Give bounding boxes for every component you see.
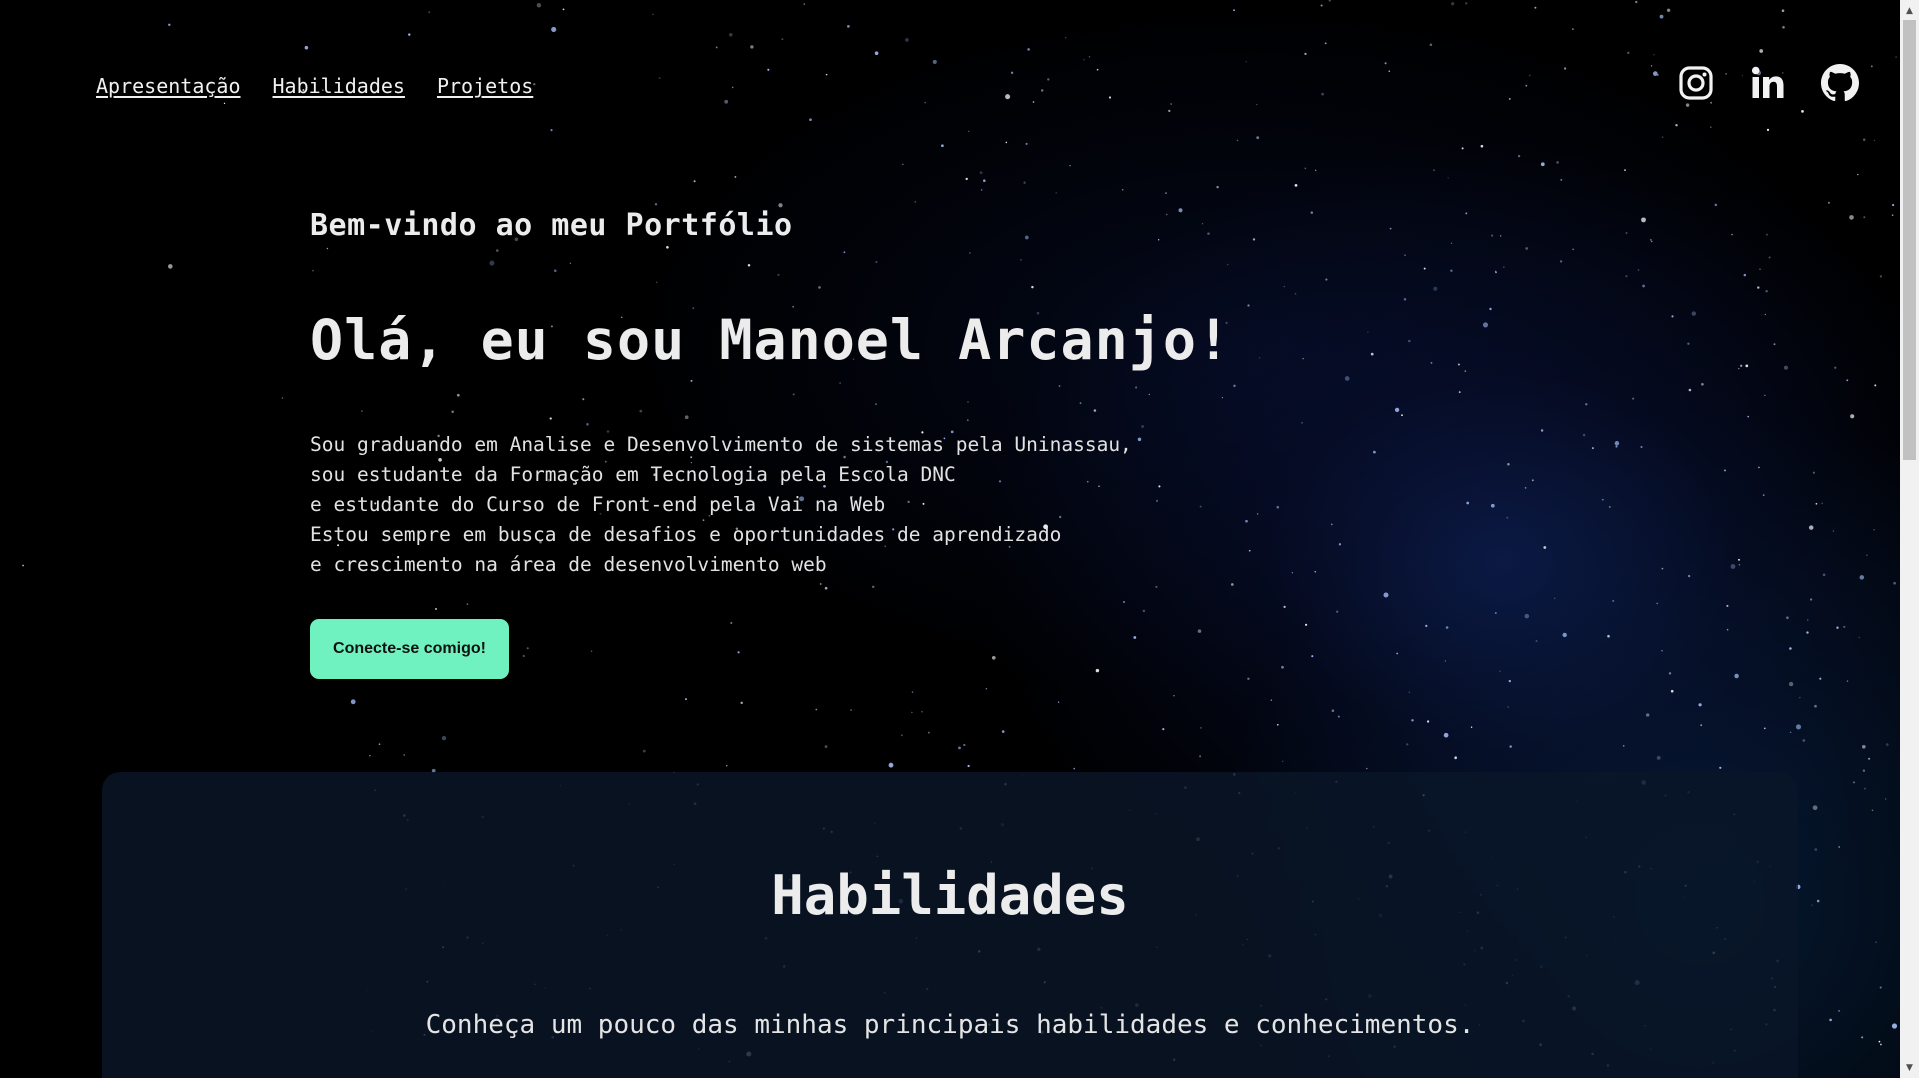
nav-link-projetos[interactable]: Projetos xyxy=(437,74,533,98)
connect-button[interactable]: Conecte-se comigo! xyxy=(310,619,509,679)
welcome-heading: Bem-vindo ao meu Portfólio xyxy=(310,208,793,243)
nav-link-apresentacao[interactable]: Apresentação xyxy=(96,74,241,98)
scroll-up-icon[interactable]: ▲ xyxy=(1900,2,1919,19)
scrollbar-thumb[interactable] xyxy=(1903,20,1916,460)
hero-section: Bem-vindo ao meu Portfólio Olá, eu sou M… xyxy=(310,208,1310,679)
social-links xyxy=(1677,64,1859,102)
hero-headline: Olá, eu sou Manoel Arcanjo! xyxy=(310,308,1232,372)
skills-title: Habilidades xyxy=(771,864,1129,927)
page: Apresentação Habilidades Projetos Bem-vi… xyxy=(0,0,1919,1078)
nav-link-habilidades[interactable]: Habilidades xyxy=(273,74,405,98)
main-nav: Apresentação Habilidades Projetos xyxy=(96,74,533,98)
github-link[interactable] xyxy=(1821,64,1859,102)
linkedin-link[interactable] xyxy=(1749,64,1787,102)
instagram-link[interactable] xyxy=(1677,64,1715,102)
instagram-icon xyxy=(1679,66,1713,100)
vertical-scrollbar[interactable]: ▲ ▼ xyxy=(1900,0,1919,1078)
bio-line: e estudante do Curso de Front-end pela V… xyxy=(310,493,886,516)
bio-text: Sou graduando em Analise e Desenvolvimen… xyxy=(310,430,1132,580)
scroll-down-icon[interactable]: ▼ xyxy=(1900,1059,1919,1076)
bio-line: sou estudante da Formação em Tecnologia … xyxy=(310,463,956,486)
skills-subtitle: Conheça um pouco das minhas principais h… xyxy=(425,1010,1475,1040)
bio-line: Estou sempre em busca de desafios e opor… xyxy=(310,523,1062,546)
bio-line: e crescimento na área de desenvolvimento… xyxy=(310,553,827,576)
skills-section: Habilidades Conheça um pouco das minhas … xyxy=(102,772,1798,1078)
bio-line: Sou graduando em Analise e Desenvolvimen… xyxy=(310,433,1132,456)
linkedin-icon xyxy=(1751,66,1784,98)
github-icon xyxy=(1821,64,1859,102)
